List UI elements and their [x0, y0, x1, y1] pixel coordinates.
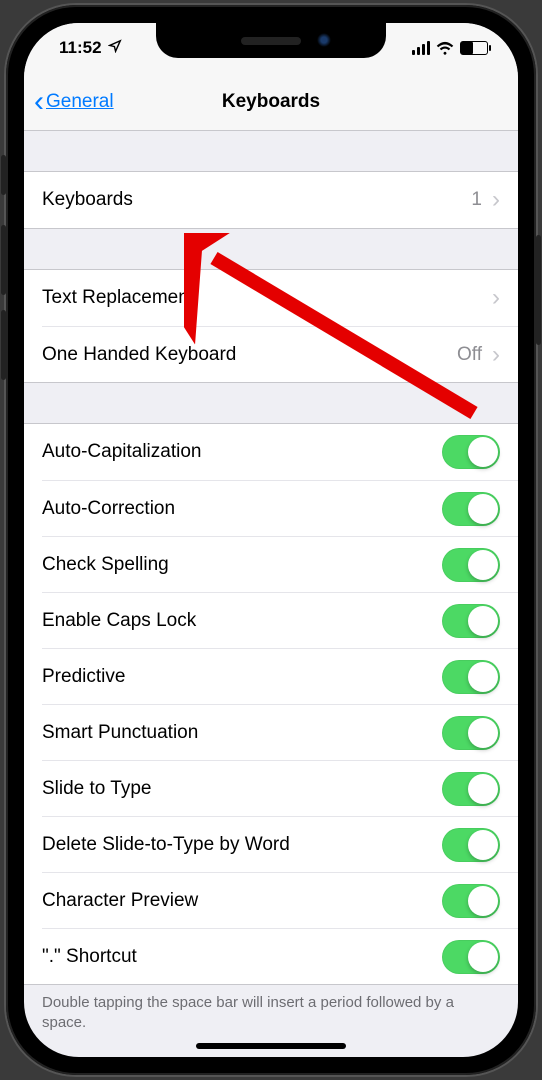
chevron-right-icon: ›	[492, 284, 500, 312]
page-title: Keyboards	[222, 91, 320, 113]
row-label: Delete Slide-to-Type by Word	[42, 834, 290, 856]
row-toggle: "." Shortcut	[42, 928, 518, 984]
row-toggle: Character Preview	[42, 872, 518, 928]
row-label: Text Replacement	[42, 287, 194, 309]
row-label: Enable Caps Lock	[42, 610, 196, 632]
toggle-switch[interactable]	[442, 716, 500, 750]
row-label: Auto-Correction	[42, 498, 175, 520]
row-value: 1	[471, 189, 482, 211]
toggle-switch[interactable]	[442, 492, 500, 526]
back-button[interactable]: ‹ General	[34, 87, 114, 117]
row-toggle: Delete Slide-to-Type by Word	[42, 816, 518, 872]
chevron-right-icon: ›	[492, 186, 500, 214]
battery-icon	[460, 41, 488, 55]
toggle-knob	[468, 830, 498, 860]
notch	[156, 23, 386, 58]
row-toggle: Smart Punctuation	[42, 704, 518, 760]
chevron-right-icon: ›	[492, 341, 500, 369]
volume-down-button	[1, 310, 6, 380]
row-text-replacement[interactable]: Text Replacement ›	[24, 270, 518, 326]
phone-frame: 11:52 ‹ General Keyboards	[6, 5, 536, 1075]
row-value: Off	[457, 344, 482, 366]
group-typing-toggles: Auto-Capitalization Auto-Correction Check …	[24, 423, 518, 985]
toggle-switch[interactable]	[442, 940, 500, 974]
navigation-bar: ‹ General Keyboards	[24, 73, 518, 131]
group-keyboards: Keyboards 1 ›	[24, 171, 518, 229]
power-button	[536, 235, 541, 345]
toggle-knob	[468, 942, 498, 972]
row-toggle: Auto-Capitalization	[24, 424, 518, 480]
toggle-knob	[468, 662, 498, 692]
row-label: Predictive	[42, 666, 125, 688]
toggle-knob	[468, 494, 498, 524]
toggle-knob	[468, 437, 498, 467]
row-label: "." Shortcut	[42, 946, 137, 968]
volume-up-button	[1, 225, 6, 295]
row-toggle: Auto-Correction	[42, 480, 518, 536]
toggle-switch[interactable]	[442, 772, 500, 806]
wifi-icon	[436, 41, 454, 55]
toggle-knob	[468, 718, 498, 748]
toggle-knob	[468, 550, 498, 580]
row-label: Smart Punctuation	[42, 722, 198, 744]
toggle-switch[interactable]	[442, 660, 500, 694]
row-one-handed-keyboard[interactable]: One Handed Keyboard Off ›	[42, 326, 518, 382]
row-label: Slide to Type	[42, 778, 152, 800]
location-icon	[108, 38, 122, 58]
toggle-switch[interactable]	[442, 884, 500, 918]
row-toggle: Enable Caps Lock	[42, 592, 518, 648]
home-indicator[interactable]	[196, 1043, 346, 1049]
row-toggle: Check Spelling	[42, 536, 518, 592]
toggle-knob	[468, 774, 498, 804]
row-label: Check Spelling	[42, 554, 169, 576]
toggle-switch[interactable]	[442, 548, 500, 582]
row-keyboards[interactable]: Keyboards 1 ›	[24, 172, 518, 228]
mute-switch	[1, 155, 6, 195]
speaker-grille	[241, 37, 301, 45]
chevron-left-icon: ‹	[34, 87, 44, 117]
row-label: Character Preview	[42, 890, 198, 912]
content[interactable]: Keyboards 1 › Text Replacement › One Han…	[24, 131, 518, 1057]
front-camera	[317, 33, 331, 47]
row-label: One Handed Keyboard	[42, 344, 236, 366]
row-label: Auto-Capitalization	[42, 441, 201, 463]
row-label: Keyboards	[42, 189, 133, 211]
toggle-switch[interactable]	[442, 604, 500, 638]
footer-text: Double tapping the space bar will insert…	[24, 985, 518, 1034]
back-button-label: General	[46, 91, 114, 113]
group-text-options: Text Replacement › One Handed Keyboard O…	[24, 269, 518, 383]
screen: 11:52 ‹ General Keyboards	[24, 23, 518, 1057]
toggle-knob	[468, 886, 498, 916]
row-toggle: Slide to Type	[42, 760, 518, 816]
toggle-switch[interactable]	[442, 435, 500, 469]
toggle-knob	[468, 606, 498, 636]
row-toggle: Predictive	[42, 648, 518, 704]
status-time: 11:52	[59, 38, 102, 58]
cellular-icon	[412, 41, 430, 55]
toggle-switch[interactable]	[442, 828, 500, 862]
